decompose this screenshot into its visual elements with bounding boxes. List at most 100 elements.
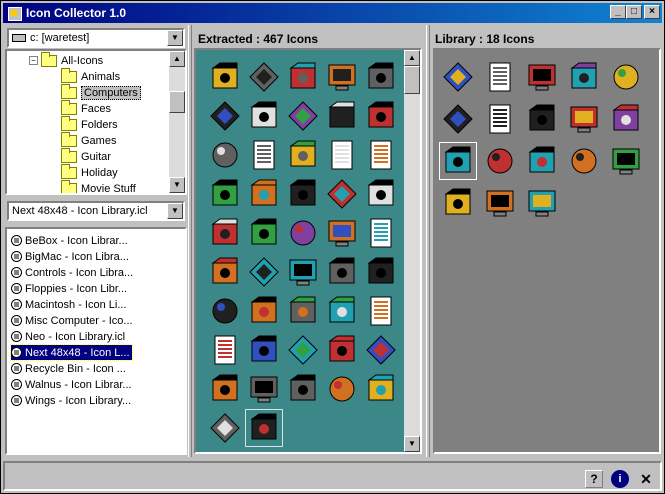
drive-select[interactable]: c: [waretest] ▼	[7, 28, 185, 48]
tower-icon[interactable]	[247, 294, 281, 328]
sculpture-icon[interactable]	[208, 255, 242, 289]
books-icon[interactable]	[247, 99, 281, 133]
tree-item-folders[interactable]: Folders	[61, 115, 118, 132]
palette-icon[interactable]	[208, 138, 242, 172]
collapse-icon[interactable]: −	[29, 56, 38, 65]
handshake-icon[interactable]	[325, 255, 359, 289]
text-window-icon[interactable]	[208, 333, 242, 367]
tree-item-computers[interactable]: Computers	[61, 83, 141, 100]
plant-icon[interactable]	[325, 372, 359, 406]
list-item[interactable]: Controls - Icon Libra...	[11, 265, 135, 280]
trash-icon[interactable]	[609, 144, 643, 178]
tree-item-parent[interactable]: − All-Icons	[29, 51, 103, 68]
document-icon[interactable]	[325, 99, 359, 133]
close-app-button[interactable]: ✕	[637, 470, 655, 488]
scroll-up-icon[interactable]: ▲	[169, 51, 185, 67]
painter-icon[interactable]	[325, 60, 359, 94]
recycle-bin-icon[interactable]	[567, 144, 601, 178]
clr-icon[interactable]	[208, 99, 242, 133]
monitor-icon[interactable]	[286, 99, 320, 133]
phone-icon[interactable]	[364, 99, 398, 133]
diamond-icon[interactable]	[247, 255, 281, 289]
list-item[interactable]: Recycle Bin - Icon ...	[11, 361, 128, 376]
pencil-box-icon[interactable]	[286, 372, 320, 406]
splitter-left[interactable]	[188, 25, 192, 457]
list-item[interactable]: Walnus - Icon Librar...	[11, 377, 134, 392]
tape-icon[interactable]	[325, 294, 359, 328]
list-item[interactable]: Floppies - Icon Libr...	[11, 281, 129, 296]
sound-icon[interactable]	[364, 255, 398, 289]
gears-icon[interactable]	[208, 216, 242, 250]
tree-item-games[interactable]: Games	[61, 131, 116, 148]
camera-icon[interactable]	[364, 138, 398, 172]
tree-item-guitar[interactable]: Guitar	[61, 147, 111, 164]
eraser-icon[interactable]	[483, 144, 517, 178]
toolbox-icon[interactable]	[247, 60, 281, 94]
list-item[interactable]: BigMac - Icon Libra...	[11, 249, 131, 264]
tree-item-faces[interactable]: Faces	[61, 99, 111, 116]
lamp-icon[interactable]	[286, 60, 320, 94]
tar-box-icon[interactable]	[364, 294, 398, 328]
text-page-icon[interactable]	[247, 333, 281, 367]
keyboard-icon[interactable]	[247, 177, 281, 211]
sphere-icon[interactable]	[325, 216, 359, 250]
windows-icon[interactable]	[208, 60, 242, 94]
tree-scrollbar[interactable]: ▲ ▼	[169, 51, 185, 193]
hands-icon[interactable]	[286, 216, 320, 250]
lightning-icon[interactable]	[567, 102, 601, 136]
gear-ball-icon[interactable]	[483, 60, 517, 94]
scroll-down-icon[interactable]: ▼	[169, 177, 185, 193]
list-item[interactable]: Macintosh - Icon Li...	[11, 297, 129, 312]
bug-icon[interactable]	[525, 144, 559, 178]
close-button[interactable]: ×	[644, 5, 660, 19]
list-item[interactable]: BeBox - Icon Librar...	[11, 233, 130, 248]
fish-icon[interactable]	[609, 102, 643, 136]
gauge-icon[interactable]	[208, 372, 242, 406]
computer-icon[interactable]	[483, 102, 517, 136]
list-item-selected[interactable]: Next 48x48 - Icon L...	[10, 344, 133, 361]
display-icon[interactable]	[286, 333, 320, 367]
title-bar[interactable]: Icon Collector 1.0 _ □ ×	[3, 3, 662, 23]
library-select[interactable]: Next 48x48 - Icon Library.icl ▼	[7, 201, 185, 221]
extracted-scrollbar[interactable]: ▲ ▼	[404, 50, 420, 452]
ps-document-icon[interactable]	[286, 138, 320, 172]
wand-icon[interactable]	[286, 255, 320, 289]
list-item[interactable]: Misc Computer - Ico...	[11, 313, 135, 328]
tv-icon[interactable]	[325, 333, 359, 367]
help-button[interactable]: ?	[585, 470, 603, 488]
disk-icon[interactable]	[208, 411, 242, 445]
compass-icon[interactable]	[325, 138, 359, 172]
help-screen-icon[interactable]	[325, 177, 359, 211]
tree-item-holiday[interactable]: Holiday	[61, 163, 118, 180]
blue-cylinder-icon[interactable]	[441, 60, 475, 94]
minimize-button[interactable]: _	[610, 5, 626, 19]
disk-drive-icon[interactable]	[567, 60, 601, 94]
cd-icon[interactable]	[609, 60, 643, 94]
chevron-down-icon[interactable]: ▼	[167, 203, 183, 219]
terminal-icon[interactable]	[364, 177, 398, 211]
scanner-icon[interactable]	[208, 177, 242, 211]
window-text-icon[interactable]	[364, 216, 398, 250]
list-item[interactable]: Neo - Icon Library.icl	[11, 329, 127, 344]
clock-icon[interactable]	[525, 186, 559, 220]
shield-icon[interactable]	[247, 372, 281, 406]
monitor-dark-icon[interactable]	[286, 177, 320, 211]
orb-icon[interactable]	[364, 372, 398, 406]
info-button[interactable]: i	[611, 470, 629, 488]
tree-item-movie-stuff[interactable]: Movie Stuff	[61, 179, 136, 193]
art-icon[interactable]	[364, 60, 398, 94]
scroll-up-icon[interactable]: ▲	[404, 50, 420, 66]
maximize-button[interactable]: □	[626, 5, 642, 19]
lightswitch-icon[interactable]	[525, 60, 559, 94]
cards-icon[interactable]	[247, 138, 281, 172]
help-page-icon[interactable]	[364, 333, 398, 367]
chevron-down-icon[interactable]: ▼	[167, 30, 183, 46]
scroll-down-icon[interactable]: ▼	[404, 436, 420, 452]
jet-icon[interactable]	[441, 186, 475, 220]
tree-item-animals[interactable]: Animals	[61, 67, 120, 84]
tools-icon[interactable]	[208, 294, 242, 328]
list-item[interactable]: Wings - Icon Library...	[11, 393, 133, 408]
chip-window-icon[interactable]	[245, 409, 283, 447]
scroll-thumb[interactable]	[404, 66, 420, 94]
gear-bolt-icon[interactable]	[441, 102, 475, 136]
